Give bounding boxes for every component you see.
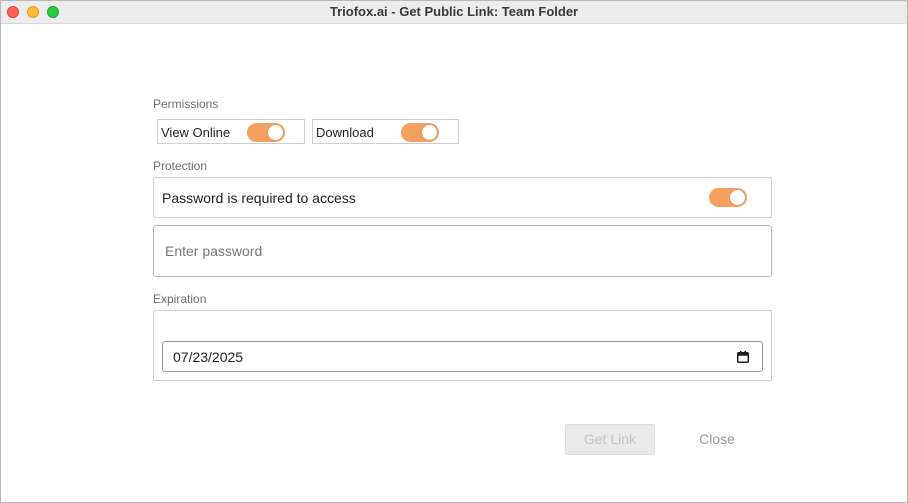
expiration-date-input[interactable]: 07/23/2025 [162,341,763,372]
get-link-button[interactable]: Get Link [565,424,655,455]
password-required-toggle[interactable] [709,188,747,207]
window-title: Triofox.ai - Get Public Link: Team Folde… [329,4,579,19]
download-permission: Download [312,119,459,144]
close-button[interactable]: Close [685,424,749,455]
download-toggle[interactable] [401,123,439,142]
password-required-label: Password is required to access [162,190,356,206]
expiration-date-value: 07/23/2025 [173,349,244,365]
toggle-knob [730,190,745,205]
password-input[interactable] [153,225,772,277]
calendar-icon[interactable] [737,351,749,363]
expiration-label: Expiration [153,292,207,306]
view-online-toggle[interactable] [247,123,285,142]
password-required-row: Password is required to access [153,177,772,218]
title-bar: Triofox.ai - Get Public Link: Team Folde… [1,1,907,24]
protection-label: Protection [153,159,208,173]
view-online-permission: View Online [157,119,305,144]
permissions-label: Permissions [153,97,219,111]
download-label: Download [316,125,374,140]
toggle-knob [422,125,437,140]
view-online-label: View Online [161,125,231,140]
get-public-link-window: Triofox.ai - Get Public Link: Team Folde… [0,0,908,503]
toggle-knob [268,125,283,140]
